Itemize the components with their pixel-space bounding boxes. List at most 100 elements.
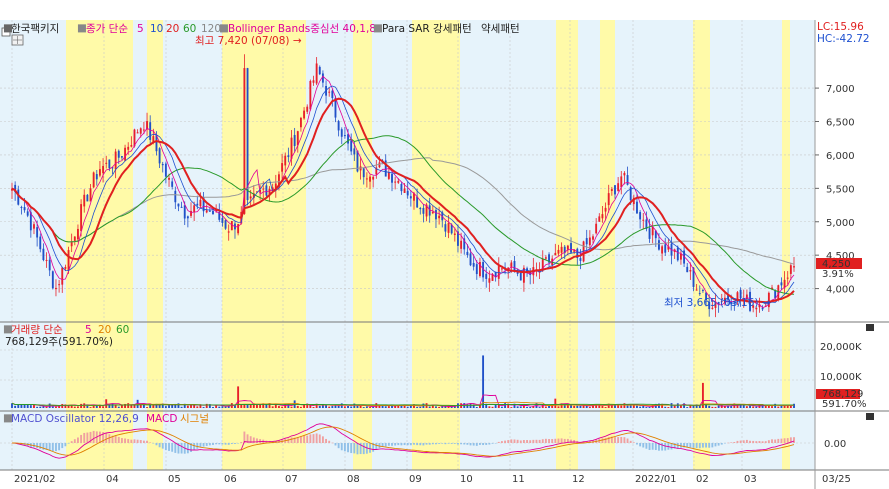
macd-histogram-bar xyxy=(557,438,560,443)
volume-bar xyxy=(95,405,98,408)
candle-body xyxy=(196,203,199,206)
volume-bar xyxy=(730,406,733,408)
volume-bar xyxy=(566,405,569,408)
macd-histogram-bar xyxy=(158,443,161,448)
macd-histogram-bar xyxy=(780,438,783,443)
macd-histogram-bar xyxy=(479,443,481,445)
macd-histogram-bar xyxy=(149,442,152,443)
bollinger-label[interactable]: Bollinger Bands중심선 40,1,8 xyxy=(228,23,376,35)
ma-period-5: 5 xyxy=(137,23,144,35)
macd-histogram-bar xyxy=(199,443,202,448)
parasar-label[interactable]: Para SAR 강세패턴 xyxy=(382,23,472,35)
candle-body xyxy=(51,271,54,289)
candle-body xyxy=(369,176,371,182)
macd-histogram-bar xyxy=(774,439,777,443)
volume-summary: 768,129주(591.70%) xyxy=(5,336,113,348)
macd-histogram-bar xyxy=(325,438,327,443)
candle-body xyxy=(604,207,607,212)
volume-title[interactable]: 거래량 단순 xyxy=(11,324,63,336)
volume-bar xyxy=(120,405,123,408)
volume-bar xyxy=(588,406,591,408)
candle-body xyxy=(648,228,651,239)
time-axis: 2021/02 04 05 06 07 08 09 10 11 12 2022/01 02 03 xyxy=(14,474,757,485)
macd-oscillator-label[interactable]: MACD Oscillator 12,26,9 xyxy=(11,413,139,425)
macd-histogram-bar xyxy=(450,443,453,444)
macd-histogram-bar xyxy=(142,440,145,443)
current-volume-ratio: 591.70% xyxy=(822,399,867,410)
candle-body xyxy=(786,277,789,279)
volume-bar xyxy=(45,406,48,408)
volume-bar xyxy=(749,405,751,408)
current-change: 3.91% xyxy=(822,269,854,280)
candle-body xyxy=(623,172,626,176)
candle-body xyxy=(353,148,356,155)
macd-histogram-bar xyxy=(497,441,500,443)
macd-signal-label: 시그널 xyxy=(180,413,209,425)
volume-bar xyxy=(444,406,447,408)
macd-histogram-bar xyxy=(783,438,786,443)
macd-histogram-bar xyxy=(164,443,167,451)
macd-zero-tick: 0.00 xyxy=(824,439,846,450)
volume-bar xyxy=(42,406,45,408)
volume-bar xyxy=(387,406,390,408)
macd-label: MACD xyxy=(146,413,177,425)
macd-histogram-bar xyxy=(108,434,111,443)
volume-bar xyxy=(312,407,315,408)
stock-name[interactable]: 한국팩키지 xyxy=(11,23,59,35)
volume-bar xyxy=(777,406,780,408)
candle-body xyxy=(321,73,324,83)
macd-histogram-bar xyxy=(369,443,371,453)
candle-body xyxy=(626,175,629,185)
ma-label[interactable]: 종가 단순 xyxy=(86,23,128,35)
macd-histogram-bar xyxy=(636,443,638,445)
time-axis-end-label: 03/25 xyxy=(822,474,851,485)
macd-histogram-bar xyxy=(180,443,183,454)
candle-body xyxy=(397,180,400,183)
weak-pattern-label[interactable]: 약세패턴 xyxy=(481,23,520,35)
candle-body xyxy=(249,196,252,199)
macd-histogram-bar xyxy=(522,439,525,443)
volume-bar xyxy=(202,407,205,408)
volume-bar xyxy=(33,405,35,408)
candle-body xyxy=(475,264,478,275)
volume-panel-maximize-icon[interactable] xyxy=(866,324,874,331)
candle-body xyxy=(95,174,98,180)
candle-body xyxy=(566,245,569,250)
yellow-band xyxy=(412,20,460,470)
macd-histogram-bar xyxy=(485,443,488,445)
candle-body xyxy=(262,188,265,190)
macd-panel-maximize-icon[interactable] xyxy=(866,413,874,420)
volume-bar xyxy=(127,403,130,408)
time-axis-label: 10 xyxy=(460,474,473,485)
candle-body xyxy=(394,181,397,183)
volume-bar xyxy=(369,406,371,408)
macd-histogram-bar xyxy=(215,443,218,445)
volume-bar xyxy=(39,406,42,408)
macd-histogram-bar xyxy=(730,442,733,443)
candle-body xyxy=(592,236,594,240)
candle-body xyxy=(444,224,447,232)
candle-body xyxy=(676,247,679,261)
volume-bar xyxy=(604,407,607,408)
volume-bar xyxy=(500,406,503,408)
macd-histogram-bar xyxy=(124,438,126,443)
candle-body xyxy=(453,233,456,235)
macd-histogram-bar xyxy=(422,443,425,446)
candle-body xyxy=(601,214,604,219)
volume-bar xyxy=(89,407,92,408)
macd-histogram-bar xyxy=(680,443,682,448)
macd-histogram-bar xyxy=(362,443,365,455)
stock-chart[interactable]: 7,0006,5006,0005,5005,0004,5004,000 ■ 한국… xyxy=(0,0,889,489)
macd-histogram-bar xyxy=(221,443,224,445)
candle-body xyxy=(158,148,161,164)
macd-histogram-bar xyxy=(749,440,751,443)
macd-histogram-bar xyxy=(227,443,230,445)
macd-histogram-bar xyxy=(321,436,324,443)
macd-histogram-bar xyxy=(36,443,39,448)
candle-body xyxy=(598,216,601,222)
macd-histogram-bar xyxy=(463,443,466,445)
volume-bar xyxy=(632,405,635,408)
macd-histogram-bar xyxy=(409,443,412,446)
volume-bar xyxy=(80,403,83,408)
volume-bar xyxy=(475,407,478,408)
